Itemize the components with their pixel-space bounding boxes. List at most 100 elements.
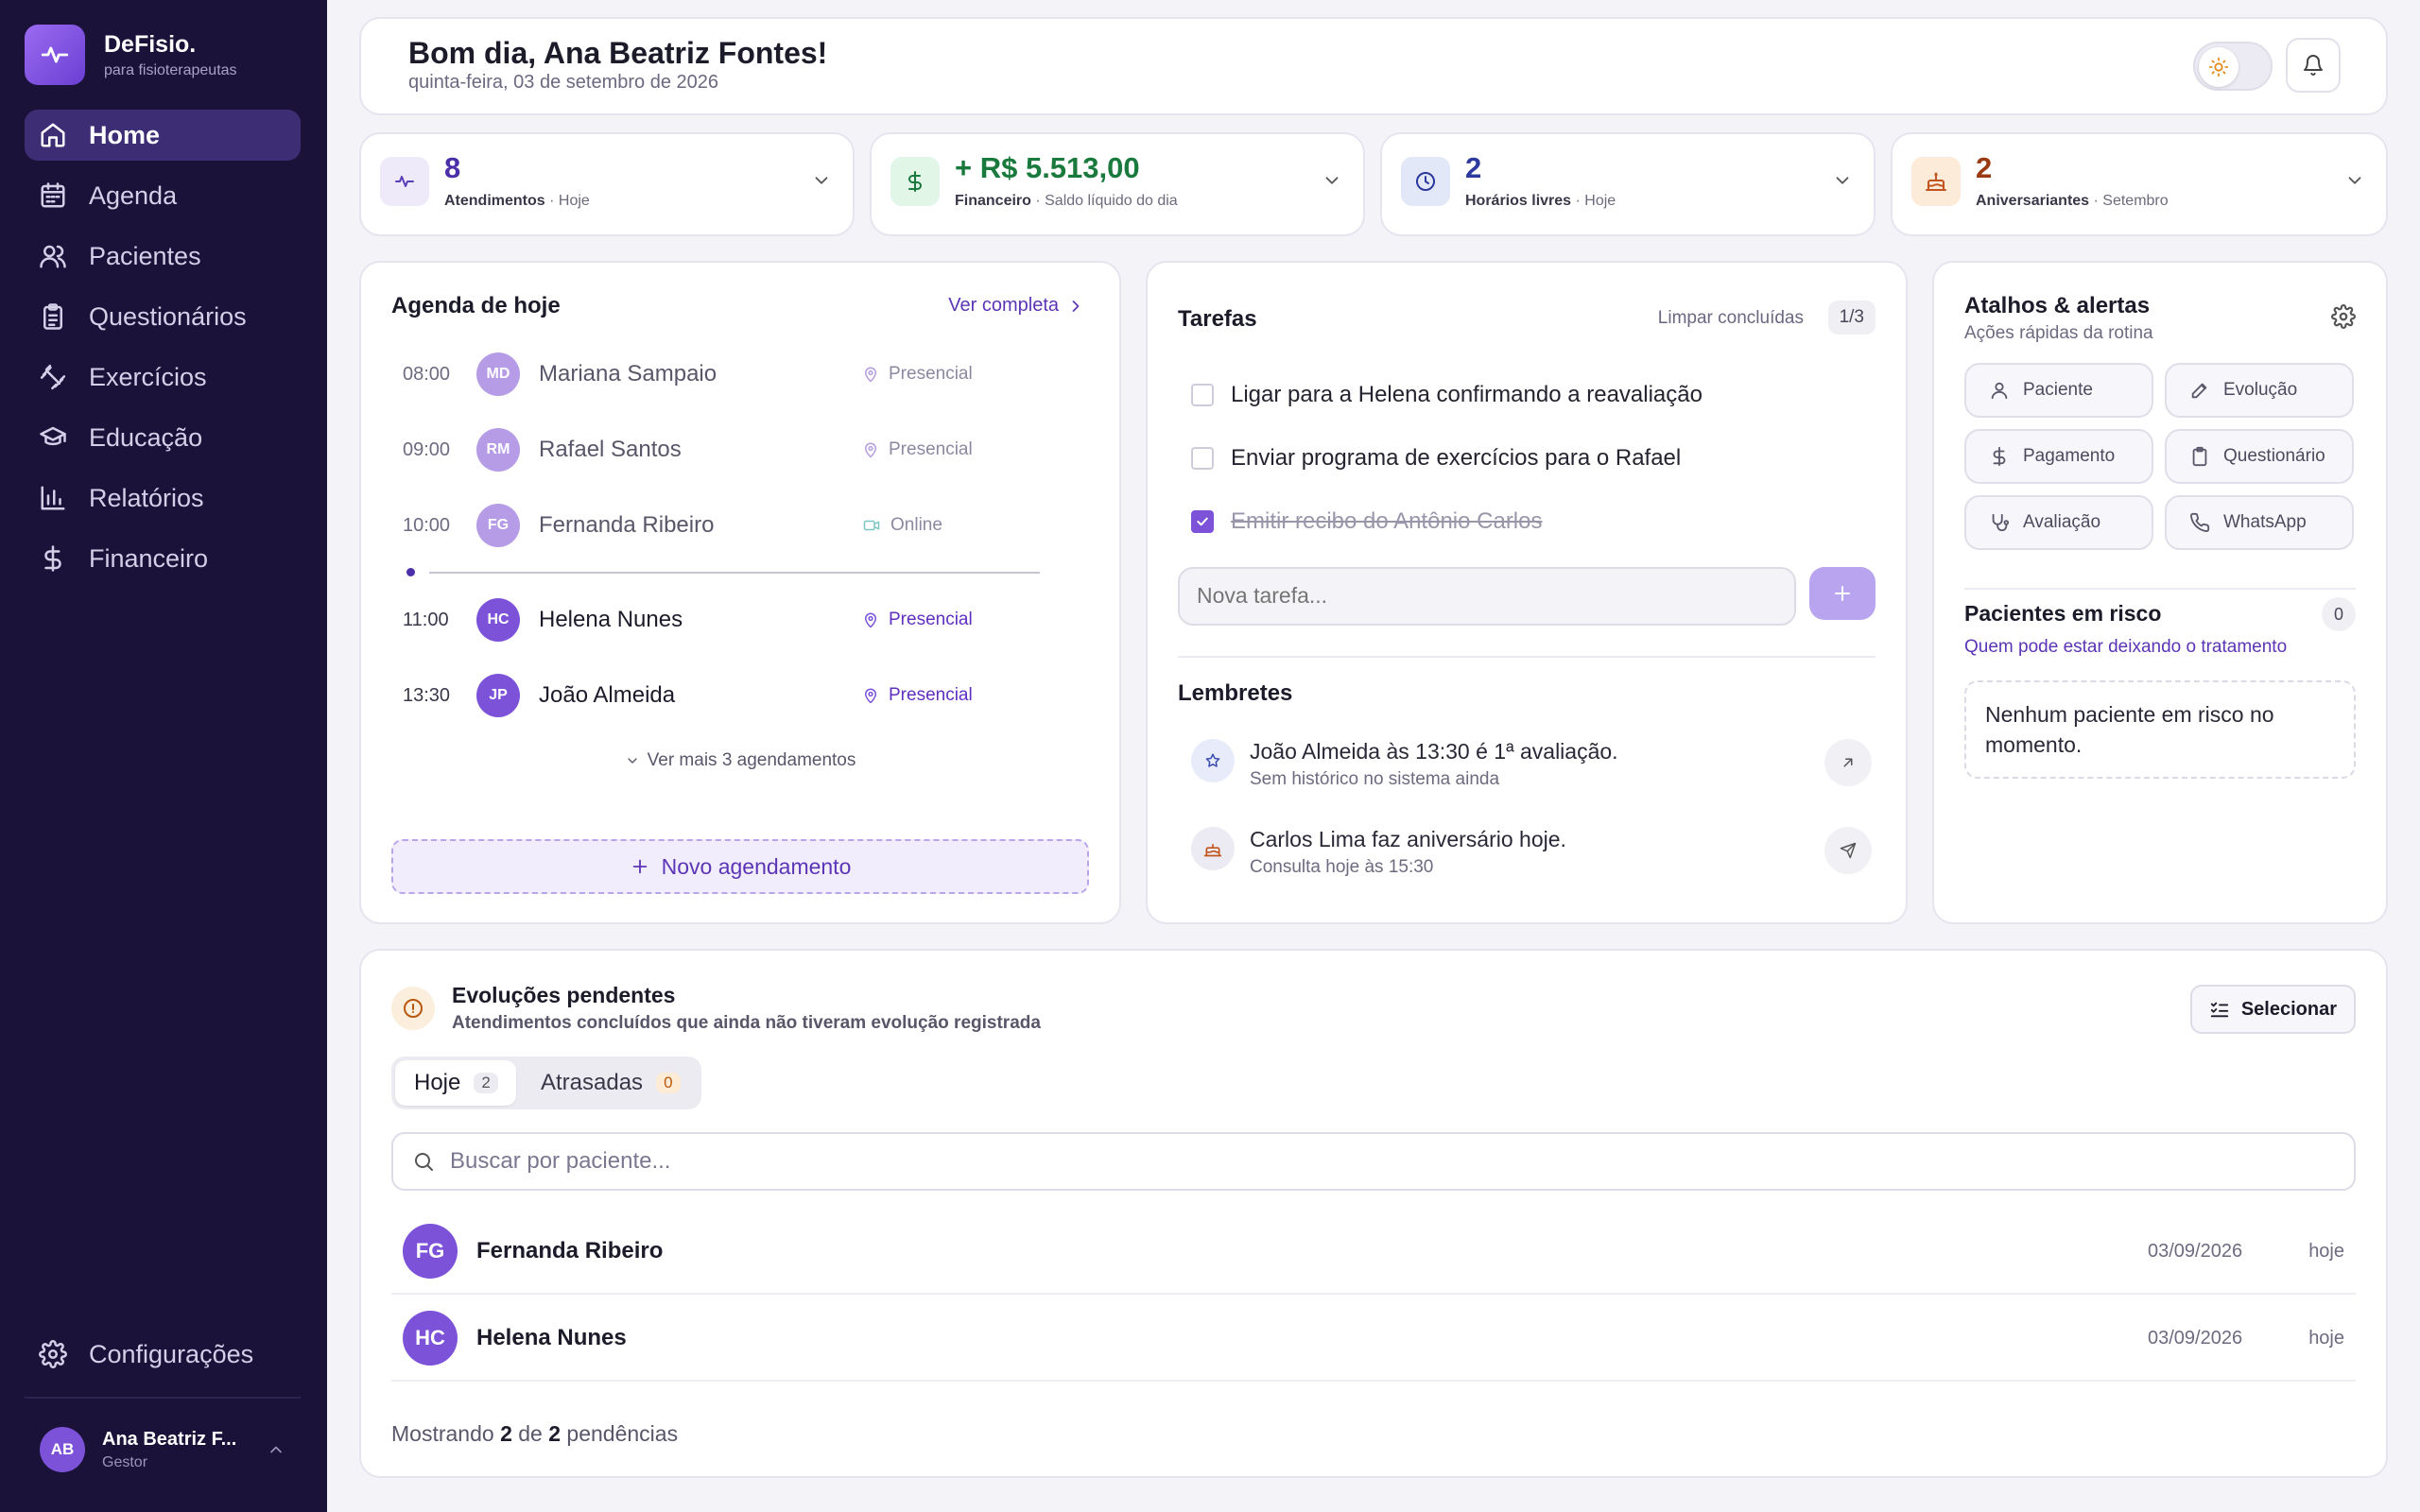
bell-icon: [2302, 54, 2325, 77]
tab-hoje[interactable]: Hoje 2: [395, 1060, 516, 1106]
clipboard-icon: [38, 301, 68, 332]
shortcut-pagamento[interactable]: Pagamento: [1964, 429, 2153, 484]
pending-when: hoje: [2308, 1240, 2344, 1262]
brand-tagline: para fisioterapeutas: [104, 61, 237, 78]
nav-item-educacao[interactable]: Educação: [25, 412, 301, 463]
nav-label: Relatórios: [89, 483, 204, 512]
tasks-title: Tarefas: [1178, 306, 1257, 332]
nav-item-home[interactable]: Home: [25, 110, 301, 161]
map-pin-icon: [862, 611, 879, 628]
tab-atrasadas[interactable]: Atrasadas 0: [522, 1060, 700, 1106]
reminder-sub: Sem histórico no sistema ainda: [1250, 769, 1500, 789]
nav-item-relatorios[interactable]: Relatórios: [25, 472, 301, 524]
add-task-button[interactable]: [1809, 567, 1876, 620]
pending-date: 03/09/2026: [2148, 1240, 2243, 1262]
agenda-title: Agenda de hoje: [391, 293, 561, 318]
reminders-title: Lembretes: [1178, 680, 1293, 706]
stat-card-horarios[interactable]: 2 Horários livres · Hoje: [1380, 132, 1876, 236]
patient-name: Fernanda Ribeiro: [476, 1238, 664, 1263]
pending-row[interactable]: HC Helena Nunes 03/09/2026 hoje: [391, 1297, 2356, 1382]
ver-mais-button[interactable]: Ver mais 3 agendamentos: [361, 750, 1119, 771]
task-item[interactable]: Ligar para a Helena confirmando a reaval…: [1191, 382, 1703, 408]
agenda-card: Agenda de hoje Ver completa 08:00 MD Mar…: [359, 261, 1121, 924]
pending-row[interactable]: FG Fernanda Ribeiro 03/09/2026 hoje: [391, 1210, 2356, 1295]
select-button[interactable]: Selecionar: [2189, 985, 2356, 1034]
clear-completed-button[interactable]: Limpar concluídas: [1658, 308, 1804, 329]
activity-icon: [380, 157, 429, 206]
appointment-row[interactable]: 13:30 JP João Almeida Presencial: [403, 667, 1036, 724]
reminder-text: Carlos Lima faz aniversário hoje.: [1250, 827, 1566, 851]
divider: [1178, 656, 1876, 658]
patient-search: [391, 1132, 2356, 1191]
dollar-icon: [1989, 446, 2010, 467]
appointment-row[interactable]: 10:00 FG Fernanda Ribeiro Online: [403, 497, 1036, 554]
open-reminder-button[interactable]: [1824, 739, 1872, 786]
shortcut-whatsapp[interactable]: WhatsApp: [2165, 495, 2354, 550]
nav-item-questionarios[interactable]: Questionários: [25, 291, 301, 342]
nav-label: Educação: [89, 422, 203, 452]
shortcuts-title: Atalhos & alertas: [1964, 293, 2151, 318]
task-item[interactable]: Enviar programa de exercícios para o Raf…: [1191, 445, 1681, 472]
nav-item-agenda[interactable]: Agenda: [25, 170, 301, 221]
nav-item-exercicios[interactable]: Exercícios: [25, 352, 301, 403]
new-task-input-wrap: [1178, 567, 1796, 626]
plus-icon: [630, 856, 650, 877]
shortcuts-settings-button[interactable]: [2331, 304, 2356, 329]
nav-item-pacientes[interactable]: Pacientes: [25, 231, 301, 282]
stat-value: + R$ 5.513,00: [955, 151, 1140, 184]
appointment-row[interactable]: 11:00 HC Helena Nunes Presencial: [403, 592, 1036, 648]
task-item[interactable]: Emitir recibo do Antônio Carlos: [1191, 508, 1542, 535]
task-checkbox[interactable]: [1191, 447, 1214, 470]
phone-icon: [2189, 512, 2210, 533]
send-message-button[interactable]: [1824, 827, 1872, 874]
sidebar-divider: [25, 1397, 301, 1399]
clipboard-icon: [2189, 446, 2210, 467]
stat-card-atendimentos[interactable]: 8 Atendimentos · Hoje: [359, 132, 855, 236]
shortcut-avaliacao[interactable]: Avaliação: [1964, 495, 2153, 550]
alert-circle-icon: [391, 987, 435, 1030]
patient-name: Helena Nunes: [476, 1325, 627, 1350]
pending-subtitle: Atendimentos concluídos que ainda não ti…: [452, 1013, 1041, 1033]
tasks-card: Tarefas Limpar concluídas 1/3 Ligar para…: [1146, 261, 1908, 924]
avatar: FG: [476, 504, 520, 547]
theme-toggle[interactable]: [2193, 42, 2273, 91]
list-checks-icon: [2209, 999, 2230, 1020]
appointment-time: 09:00: [403, 438, 451, 460]
nav-item-financeiro[interactable]: Financeiro: [25, 533, 301, 584]
brand[interactable]: DeFisio. para fisioterapeutas: [25, 25, 237, 85]
notifications-button[interactable]: [2286, 38, 2341, 93]
reminder-sub: Consulta hoje às 15:30: [1250, 857, 1434, 877]
stat-card-financeiro[interactable]: + R$ 5.513,00 Financeiro · Saldo líquido…: [870, 132, 1365, 236]
appointment-row[interactable]: 08:00 MD Mariana Sampaio Presencial: [403, 346, 1036, 403]
pending-when: hoje: [2308, 1327, 2344, 1349]
task-checkbox[interactable]: [1191, 510, 1214, 533]
pulse-logo-icon: [25, 25, 85, 85]
star-icon: [1191, 739, 1235, 782]
ver-completa-link[interactable]: Ver completa: [948, 295, 1085, 317]
plus-icon: [1831, 582, 1854, 605]
task-checkbox[interactable]: [1191, 384, 1214, 406]
nav-item-configuracoes[interactable]: Configurações: [25, 1329, 301, 1380]
cake-icon: [1191, 827, 1235, 870]
patient-name: João Almeida: [539, 682, 676, 708]
chevron-up-icon: [267, 1440, 285, 1459]
stat-label: Horários livres · Hoje: [1465, 193, 1616, 209]
user-icon: [1989, 380, 2010, 401]
user-menu[interactable]: AB Ana Beatriz F... Gestor: [40, 1427, 285, 1472]
new-appointment-button[interactable]: Novo agendamento: [391, 839, 1089, 894]
shortcut-evolucao[interactable]: Evolução: [2165, 363, 2354, 418]
avatar: MD: [476, 352, 520, 396]
shortcut-paciente[interactable]: Paciente: [1964, 363, 2153, 418]
appointment-mode: Presencial: [862, 610, 1036, 630]
dumbbell-icon: [38, 362, 68, 392]
search-input[interactable]: [450, 1148, 1301, 1175]
new-task-input[interactable]: [1197, 583, 1764, 609]
cake-icon: [1911, 157, 1961, 206]
reminder-item: Carlos Lima faz aniversário hoje. Consul…: [1191, 823, 1872, 889]
appointment-row[interactable]: 09:00 RM Rafael Santos Presencial: [403, 421, 1036, 478]
stat-card-aniversariantes[interactable]: 2 Aniversariantes · Setembro: [1891, 132, 2388, 236]
clock-icon: [1401, 157, 1450, 206]
check-icon: [1197, 517, 1208, 526]
shortcut-questionario[interactable]: Questionário: [2165, 429, 2354, 484]
sidebar: DeFisio. para fisioterapeutas Home Agend…: [0, 0, 327, 1512]
